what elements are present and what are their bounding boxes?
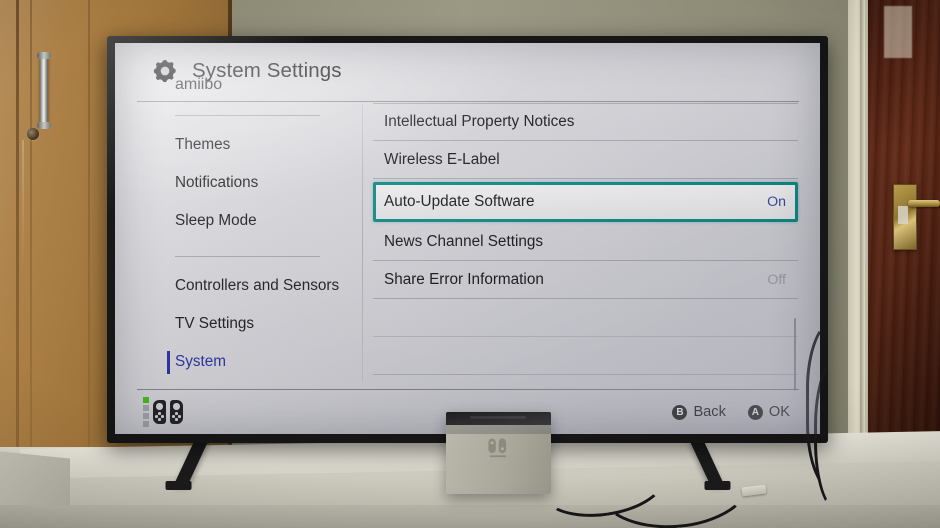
photo-scene: System Settings amiibo Themes Notificati… [0, 0, 940, 528]
cabinet-seam [16, 0, 19, 470]
sidebar-item-amiibo[interactable]: amiibo [137, 77, 349, 99]
joycon-dpad [155, 412, 164, 421]
door-keyhole-label [898, 206, 908, 224]
player-led-2 [143, 405, 149, 411]
back-button-label: Back [693, 404, 726, 420]
cabinet-seam [30, 0, 32, 470]
settings-list: Intellectual Property Notices Wireless E… [373, 103, 798, 390]
dock-slot [470, 416, 526, 419]
sidebar-divider [175, 115, 320, 116]
row-value: Off [767, 271, 786, 288]
door-tape-patch [884, 6, 912, 58]
settings-row-news-channel-settings[interactable]: News Channel Settings [373, 223, 798, 261]
settings-row-intellectual-property-notices[interactable]: Intellectual Property Notices [373, 103, 798, 141]
b-button-icon: B [672, 404, 688, 420]
sidebar-item-system[interactable]: System [137, 343, 349, 381]
cabinet-handle-mount [37, 122, 51, 129]
tv-screen: System Settings amiibo Themes Notificati… [115, 43, 820, 434]
cabinet-scratch [22, 140, 24, 270]
nintendo-switch-logo-icon [483, 437, 513, 459]
switch-system-settings-ui: System Settings amiibo Themes Notificati… [115, 43, 820, 434]
sidebar-item-tv-settings[interactable]: TV Settings [137, 305, 349, 343]
television: System Settings amiibo Themes Notificati… [107, 36, 828, 443]
sidebar-item-themes[interactable]: Themes [137, 126, 349, 164]
row-label: Share Error Information [384, 270, 544, 288]
cabinet-handle [40, 55, 48, 127]
player-led-3 [143, 413, 149, 419]
player-led-4 [143, 421, 149, 427]
sidebar-item-controllers-and-sensors[interactable]: Controllers and Sensors [137, 267, 349, 305]
row-label: Wireless E-Label [384, 150, 500, 168]
a-button-icon: A [747, 404, 763, 420]
settings-row-wireless-e-label[interactable]: Wireless E-Label [373, 141, 798, 179]
door-handle [908, 200, 940, 207]
joycon-right-icon [170, 400, 183, 424]
row-label: Auto-Update Software [384, 193, 535, 210]
cabinet-seam [88, 0, 90, 470]
controller-indicator[interactable] [143, 397, 183, 427]
row-value: On [767, 194, 786, 210]
sidebar-item-sleep-mode[interactable]: Sleep Mode [137, 202, 349, 240]
list-scrollbar[interactable] [794, 318, 796, 390]
settings-row-share-error-information[interactable]: Share Error Information Off [373, 261, 798, 299]
settings-row-auto-update-software[interactable]: Auto-Update Software On [373, 182, 798, 222]
row-label: Intellectual Property Notices [384, 113, 575, 130]
sidebar: amiibo Themes Notifications Sleep Mode C… [137, 77, 349, 386]
player-led-stack [143, 397, 149, 427]
column-divider [362, 105, 363, 382]
joycon-stick [173, 403, 180, 410]
back-button[interactable]: B Back [672, 404, 726, 420]
joycon-stick [156, 403, 163, 410]
cabinet-handle-mount [37, 52, 51, 59]
sidebar-divider [175, 256, 320, 257]
cabinet-screw [27, 128, 39, 140]
settings-row-empty [373, 299, 798, 337]
joycon-face-buttons [172, 412, 181, 421]
player-led-1 [143, 397, 149, 403]
bottom-actions: B Back A OK [672, 404, 790, 420]
row-label: News Channel Settings [384, 232, 544, 250]
settings-row-empty [373, 337, 798, 375]
joycon-left-icon [153, 400, 166, 424]
power-cable [814, 356, 862, 512]
wooden-door-right [868, 0, 940, 500]
ok-button[interactable]: A OK [747, 404, 790, 420]
sidebar-item-notifications[interactable]: Notifications [137, 164, 349, 202]
ok-button-label: OK [768, 404, 790, 420]
sideboard-front-edge [0, 505, 940, 528]
